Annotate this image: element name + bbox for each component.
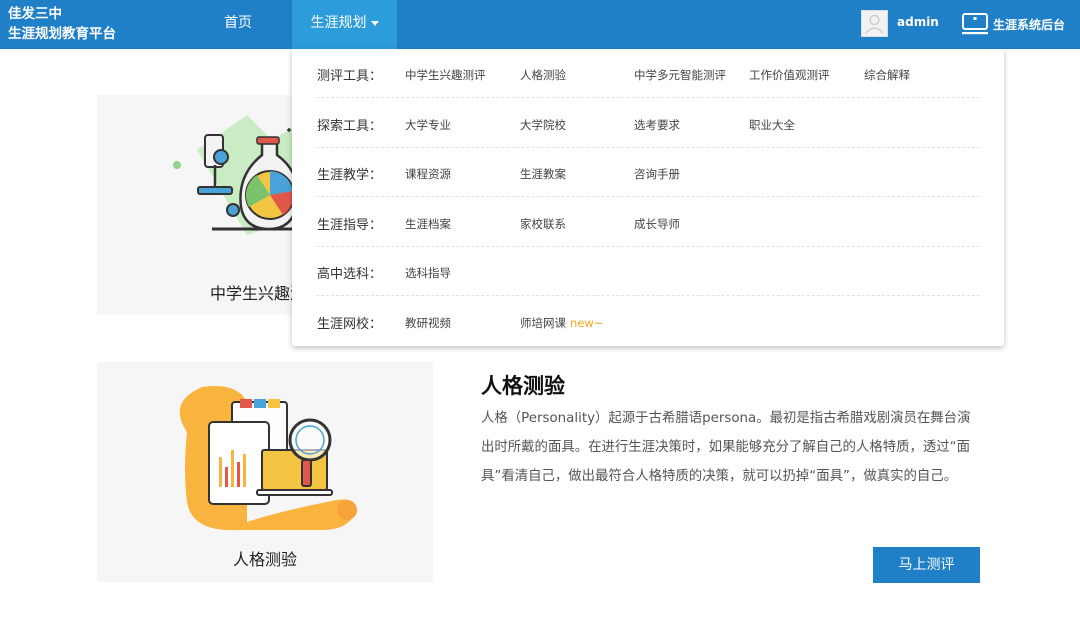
menu-item-course-resources[interactable]: 课程资源	[405, 166, 451, 182]
menu-item-research-videos[interactable]: 教研视频	[405, 315, 451, 331]
nav-career-label: 生涯规划	[310, 15, 367, 31]
personality-test-card[interactable]: 人格测验	[97, 362, 433, 582]
menu-row-assessment-tools: 测评工具： 中学生兴趣测评 人格测验 中学多元智能测评 工作价值观测评 综合解释	[292, 49, 1004, 98]
menu-item-multiple-intelligence-test[interactable]: 中学多元智能测评	[634, 67, 726, 83]
brand-line-school: 佳发三中	[8, 6, 62, 22]
nav-home-link[interactable]: 首页	[224, 0, 252, 49]
menu-row-label: 探索工具：	[317, 119, 383, 134]
backend-system-label: 生涯系统后台	[993, 17, 1066, 32]
menu-item-home-school-contact[interactable]: 家校联系	[520, 216, 566, 232]
menu-item-consulting-handbook[interactable]: 咨询手册	[634, 166, 680, 182]
menu-item-growth-mentor[interactable]: 成长导师	[634, 216, 680, 232]
menu-row-online-school: 生涯网校： 教研视频 师培网课 new~	[292, 297, 1004, 346]
monitor-icon	[962, 13, 988, 35]
menu-item-subject-guidance[interactable]: 选科指导	[405, 265, 451, 281]
menu-row-subject-selection: 高中选科： 选科指导	[292, 247, 1004, 296]
backend-system-link[interactable]: 生涯系统后台	[961, 11, 1065, 37]
menu-row-career-teaching: 生涯教学： 课程资源 生涯教案 咨询手册	[292, 148, 1004, 197]
menu-item-label: 师培网课	[520, 316, 566, 330]
personality-test-title: 人格测验	[481, 374, 565, 398]
menu-row-career-guidance: 生涯指导： 生涯档案 家校联系 成长导师	[292, 198, 1004, 247]
menu-item-career-encyclopedia[interactable]: 职业大全	[749, 117, 795, 133]
start-test-button[interactable]: 马上测评	[873, 547, 980, 583]
menu-row-exploration-tools: 探索工具： 大学专业 大学院校 选考要求 职业大全	[292, 99, 1004, 148]
menu-item-universities[interactable]: 大学院校	[520, 117, 566, 133]
row-divider	[316, 196, 980, 197]
menu-item-exam-requirements[interactable]: 选考要求	[634, 117, 680, 133]
nav-career-planning[interactable]: 生涯规划	[292, 0, 397, 49]
menu-row-label: 生涯教学：	[317, 168, 383, 183]
caret-down-icon	[370, 20, 379, 26]
user-avatar-icon	[865, 14, 884, 34]
top-navbar: 佳发三中 生涯规划教育平台 首页 生涯规划 admin 生涯系统后台	[0, 0, 1080, 49]
menu-row-label: 高中选科：	[317, 267, 383, 282]
brand-title[interactable]: 佳发三中 生涯规划教育平台	[8, 4, 116, 44]
personality-test-caption: 人格测验	[233, 550, 298, 569]
career-planning-dropdown: 测评工具： 中学生兴趣测评 人格测验 中学多元智能测评 工作价值观测评 综合解释…	[292, 49, 1004, 346]
menu-item-interest-test[interactable]: 中学生兴趣测评	[405, 67, 486, 83]
menu-item-work-values-test[interactable]: 工作价值观测评	[749, 67, 830, 83]
row-divider	[316, 97, 980, 98]
menu-row-label: 测评工具：	[317, 69, 383, 84]
personality-test-description: 人格（Personality）起源于古希腊语persona。最初是指古希腊戏剧演…	[481, 411, 971, 484]
username-label[interactable]: admin	[897, 15, 939, 29]
brand-line-platform: 生涯规划教育平台	[8, 26, 116, 42]
menu-item-personality-test[interactable]: 人格测验	[520, 67, 566, 83]
row-divider	[316, 295, 980, 296]
menu-item-career-archive[interactable]: 生涯档案	[405, 216, 451, 232]
menu-item-university-majors[interactable]: 大学专业	[405, 117, 451, 133]
menu-item-comprehensive-explanation[interactable]: 综合解释	[864, 67, 910, 83]
new-badge: new~	[570, 316, 604, 330]
menu-row-label: 生涯网校：	[317, 317, 383, 332]
menu-item-career-lesson-plans[interactable]: 生涯教案	[520, 166, 566, 182]
avatar[interactable]	[861, 10, 888, 37]
menu-row-label: 生涯指导：	[317, 218, 383, 233]
menu-item-teacher-training-courses[interactable]: 师培网课 new~	[520, 315, 603, 331]
